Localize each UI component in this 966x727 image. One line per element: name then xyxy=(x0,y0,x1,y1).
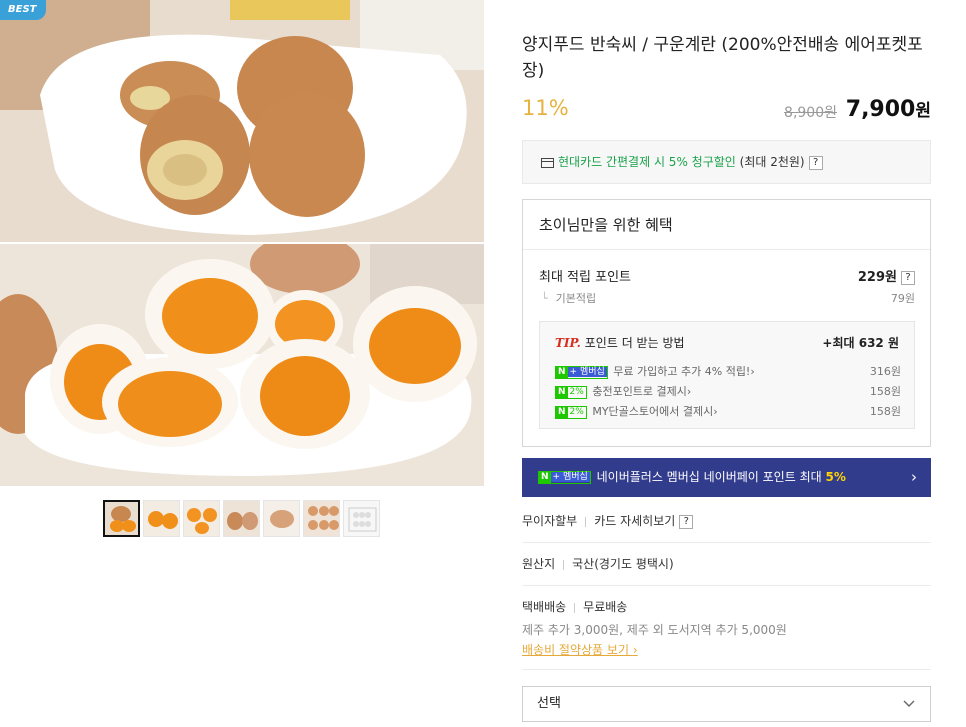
tip-item-label: 무료 가입하고 추가 4% 적립! xyxy=(613,365,751,378)
tip-item[interactable]: N + 멤버십 무료 가입하고 추가 4% 적립!› 316원 xyxy=(555,363,901,379)
thumbnail[interactable] xyxy=(223,500,260,537)
thumbnail[interactable] xyxy=(303,500,340,537)
installment-label: 무이자할부 xyxy=(522,514,578,528)
main-product-image[interactable]: BEST xyxy=(0,0,484,486)
tip-box: TIP. 포인트 더 받는 방법 +최대 632 원 N + 멤버십 무료 가입하고… xyxy=(539,321,915,429)
credit-card-icon xyxy=(541,157,554,168)
chevron-right-icon: › xyxy=(750,365,755,378)
thumbnail[interactable] xyxy=(183,500,220,537)
shipping-row: 택배배송 무료배송 xyxy=(522,598,931,615)
naver-bar-highlight: 5% xyxy=(825,470,846,484)
price-row: 11% 8,900원 7,900원 xyxy=(522,96,931,126)
tip-item[interactable]: N 2% 충전포인트로 결제시› 158원 xyxy=(555,383,901,399)
product-title: 양지푸드 반숙씨 / 구운계란 (200%안전배송 에어포켓포장) xyxy=(522,35,923,81)
npay-2-badge: N 2% xyxy=(555,385,587,399)
chevron-down-icon xyxy=(902,687,916,727)
tip-max-value: +최대 632 원 xyxy=(822,336,899,350)
option-select-label: 선택 xyxy=(537,696,561,711)
product-gallery: BEST xyxy=(0,0,484,727)
origin-row: 원산지 국산(경기도 평택시) xyxy=(522,555,931,572)
divider xyxy=(522,669,931,670)
npay-membership-badge: N + 멤버십 xyxy=(538,471,591,484)
base-points-label: 기본적립 xyxy=(555,292,597,305)
thumbnail[interactable] xyxy=(343,500,380,537)
thumbnail[interactable] xyxy=(263,500,300,537)
tip-heading: TIP. 포인트 더 받는 방법 xyxy=(555,334,685,351)
thumbnail-strip xyxy=(103,500,380,537)
sale-price: 7,900원 xyxy=(846,96,931,122)
naver-plus-membership-banner[interactable]: N + 멤버십 네이버플러스 멤버십 네이버페이 포인트 최대 5% › xyxy=(522,458,931,497)
tip-item-label: MY단골스토어에서 결제시 xyxy=(592,405,714,418)
benefit-title: 초이님만을 위한 혜택 xyxy=(523,200,930,250)
tip-label: TIP. xyxy=(555,336,581,350)
tip-item-value: 158원 xyxy=(869,405,901,418)
shipping-saving-link[interactable]: 배송비 절약상품 보기 › xyxy=(522,641,638,658)
shipping-extra-fee: 제주 추가 3,000원, 제주 외 도서지역 추가 5,000원 xyxy=(522,623,787,637)
discount-rate: 11% xyxy=(522,96,569,120)
help-icon[interactable]: ? xyxy=(679,514,694,529)
npay-2-badge: N 2% xyxy=(555,405,587,419)
shipping-value: 무료배송 xyxy=(583,600,628,614)
max-points-row: 최대 적립 포인트 229원? xyxy=(539,266,915,285)
option-select[interactable]: 선택 xyxy=(522,686,931,722)
tip-title: 포인트 더 받는 방법 xyxy=(584,336,685,350)
help-icon[interactable]: ? xyxy=(901,270,915,285)
max-points-label: 최대 적립 포인트 xyxy=(539,270,631,285)
card-promo-text: 현대카드 간편결제 시 5% 청구할인 xyxy=(558,155,736,169)
card-detail-link[interactable]: 카드 자세히보기 xyxy=(594,514,675,528)
benefit-box: 초이님만을 위한 혜택 최대 적립 포인트 229원? └ 기본적립 79원 TI… xyxy=(522,199,931,447)
sale-price-value: 7,900 xyxy=(845,97,916,122)
installment-row: 무이자할부 카드 자세히보기? xyxy=(522,512,931,529)
shipping-label: 택배배송 xyxy=(522,600,567,614)
chevron-right-icon: › xyxy=(911,468,917,486)
origin-value: 국산(경기도 평택시) xyxy=(572,557,674,571)
divider xyxy=(522,542,931,543)
naver-bar-text: 네이버플러스 멤버십 네이버페이 포인트 최대 xyxy=(596,470,826,484)
tip-item-value: 316원 xyxy=(869,365,901,378)
base-points-value: 79원 xyxy=(890,292,915,305)
original-price: 8,900원 xyxy=(784,105,837,121)
max-points-value: 229원? xyxy=(858,266,915,285)
product-page: BEST 양지푸드 반숙씨 / 구운계란 (200%안전배송 에어포켓포장) 1… xyxy=(0,0,966,727)
help-icon[interactable]: ? xyxy=(808,155,823,170)
soft-boiled-eggs-photo xyxy=(0,244,484,486)
sale-price-unit: 원 xyxy=(915,101,931,121)
tip-item-value: 158원 xyxy=(869,385,901,398)
best-badge: BEST xyxy=(0,0,46,20)
indent-icon: └ xyxy=(541,292,548,305)
chevron-right-icon: › xyxy=(713,405,718,418)
card-promo-max: (최대 2천원) xyxy=(735,155,805,169)
tip-item[interactable]: N 2% MY단골스토어에서 결제시› 158원 xyxy=(555,403,901,419)
npay-membership-badge: N + 멤버십 xyxy=(555,365,608,379)
chevron-right-icon: › xyxy=(686,385,692,398)
base-points-row: └ 기본적립 79원 xyxy=(539,290,915,306)
baked-eggs-photo xyxy=(0,0,484,242)
thumbnail[interactable] xyxy=(143,500,180,537)
tip-item-label: 충전포인트로 결제시 xyxy=(592,385,687,398)
thumbnail[interactable] xyxy=(103,500,140,537)
chevron-right-icon: › xyxy=(632,643,638,657)
origin-label: 원산지 xyxy=(522,557,556,571)
divider xyxy=(522,585,931,586)
card-promo-box: 현대카드 간편결제 시 5% 청구할인 (최대 2천원)? xyxy=(522,140,931,184)
